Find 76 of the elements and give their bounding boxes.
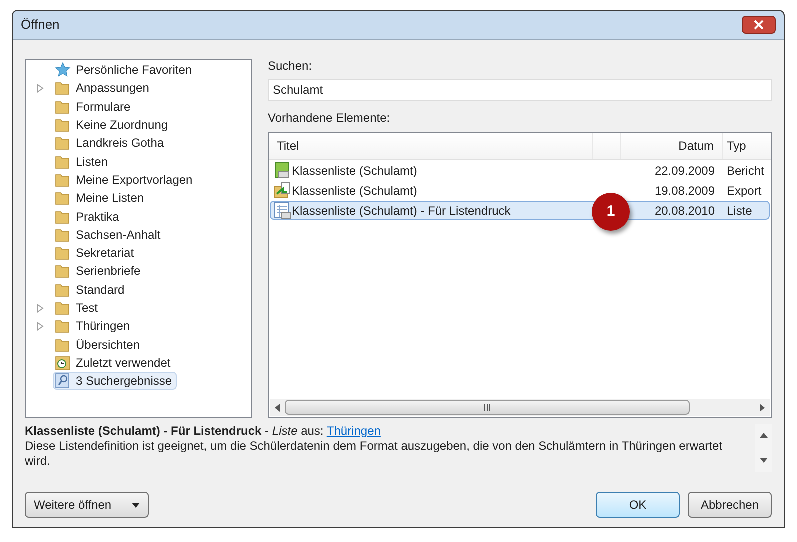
- expand-arrow-icon[interactable]: [37, 322, 44, 331]
- column-header[interactable]: Typ: [723, 133, 771, 159]
- folder-icon: [55, 245, 71, 262]
- report-icon: [274, 162, 292, 180]
- tree-item[interactable]: Persönliche Favoriten: [53, 61, 198, 80]
- caret-icon: [132, 502, 140, 508]
- tree-item[interactable]: 3 Suchergebnisse: [53, 372, 178, 390]
- tree-item[interactable]: Meine Exportvorlagen: [53, 170, 198, 189]
- search-label: Suchen:: [268, 58, 314, 75]
- folder-icon: [55, 80, 71, 96]
- scroll-left-icon[interactable]: [275, 404, 280, 412]
- window-title: Öffnen: [21, 16, 60, 34]
- grip-icon: [484, 404, 491, 411]
- scroll-up-icon[interactable]: [760, 433, 768, 438]
- tree-item[interactable]: Formulare: [53, 98, 136, 116]
- title-cell-text: Klassenliste (Schulamt) - Für Listendruck: [292, 202, 511, 220]
- expand-arrow-icon[interactable]: [37, 84, 44, 93]
- list-label: Vorhandene Elemente:: [268, 110, 392, 127]
- close-button[interactable]: [742, 16, 776, 34]
- description-text: Diese Listendefinition ist geeignet, um die Schülerdatenin dem Format auszugeben, die von den Schulämtern in Thüringen erwartet wird.: [25, 439, 724, 469]
- tree-item[interactable]: Serienbriefe: [53, 262, 146, 280]
- folder-icon: [55, 208, 71, 225]
- folder-icon: [55, 226, 71, 243]
- column-header[interactable]: Titel: [269, 133, 593, 159]
- tree-item[interactable]: Thüringen: [53, 317, 136, 336]
- cancel-button[interactable]: Abbrechen: [688, 492, 772, 518]
- date-cell-text: 20.08.2010: [654, 202, 716, 220]
- folder-icon: [55, 154, 71, 170]
- description-heading: Klassenliste (Schulamt) - Für Listendruck - Liste aus: Thüringen: [25, 424, 382, 439]
- expand-arrow-icon[interactable]: [37, 304, 44, 312]
- tree-item[interactable]: Übersichten: [53, 336, 146, 354]
- folder-icon: [55, 263, 71, 280]
- type-cell-text: Liste: [726, 202, 754, 220]
- vertical-scrollbar[interactable]: [755, 424, 772, 472]
- search-field[interactable]: Schulamt: [268, 79, 772, 101]
- folder-icon: [55, 172, 71, 188]
- open-more-button[interactable]: Weitere öffnen: [25, 492, 149, 518]
- tree-item[interactable]: Praktika: [53, 208, 124, 226]
- tree-item[interactable]: Sekretariat: [53, 244, 140, 262]
- scroll-right-icon[interactable]: [760, 404, 765, 412]
- column-header[interactable]: Datum: [621, 133, 723, 159]
- close-icon: [754, 20, 764, 30]
- ok-button[interactable]: OK: [596, 492, 680, 518]
- folder-link[interactable]: Thüringen: [326, 424, 381, 438]
- scroll-thumb[interactable]: [285, 400, 690, 415]
- type-cell-text: Bericht: [726, 162, 766, 180]
- folder-icon: [55, 282, 71, 298]
- date-cell-text: 22.09.2009: [654, 162, 716, 180]
- tree-item[interactable]: Zuletzt verwendet: [53, 354, 176, 372]
- search-icon: [55, 373, 71, 390]
- folder-icon: [55, 135, 71, 152]
- date-cell-text: 19.08.2009: [654, 182, 716, 200]
- title-cell-text: Klassenliste (Schulamt): [292, 182, 418, 200]
- tree-item[interactable]: Anpassungen: [53, 79, 154, 98]
- list-icon: [274, 202, 292, 220]
- clock-icon: [55, 354, 71, 371]
- folder-icon: [55, 98, 71, 115]
- tree-item[interactable]: Listen: [53, 152, 114, 171]
- tree-item[interactable]: Meine Listen: [53, 189, 150, 208]
- type-cell-text: Export: [726, 182, 763, 200]
- folder-icon: [55, 117, 71, 134]
- tree-item[interactable]: Keine Zuordnung: [53, 116, 174, 134]
- tree-item[interactable]: Landkreis Gotha: [53, 134, 170, 152]
- folder-icon: [55, 300, 71, 316]
- folder-icon: [55, 190, 71, 206]
- folder-icon: [55, 336, 71, 353]
- table-row[interactable]: Klassenliste (Schulamt) 22.09.2009 Bericht: [270, 161, 770, 180]
- tree-item[interactable]: Sachsen-Anhalt: [53, 226, 166, 244]
- star-icon: [55, 62, 71, 78]
- tree-item[interactable]: Test: [53, 299, 104, 317]
- horizontal-scrollbar[interactable]: [270, 399, 770, 416]
- title-cell-text: Klassenliste (Schulamt): [292, 162, 418, 180]
- tree-item[interactable]: Standard: [53, 280, 130, 299]
- export-icon: [274, 182, 292, 200]
- scroll-down-icon[interactable]: [760, 458, 768, 463]
- folder-icon: [55, 318, 71, 334]
